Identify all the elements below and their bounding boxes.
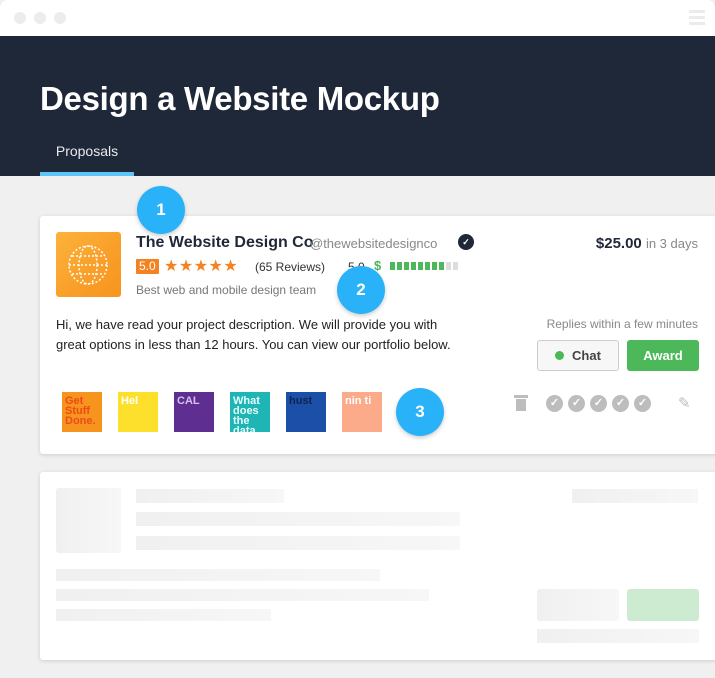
reviews-link[interactable]: (65 Reviews)	[255, 260, 325, 274]
check-icon[interactable]: ✓	[546, 394, 563, 412]
chat-button[interactable]: Chat	[537, 340, 619, 371]
skeleton-line	[136, 536, 460, 550]
check-icon[interactable]: ✓	[568, 394, 585, 412]
portfolio-thumbnail[interactable]: nin ti	[342, 392, 382, 432]
bid-price: $25.00 in 3 days	[596, 235, 698, 252]
project-header: Design a Website Mockup Proposals	[0, 36, 715, 176]
portfolio-thumbnail[interactable]: What does the data say	[230, 392, 270, 432]
portfolio-thumbnail[interactable]: Get Stuff Done.	[62, 392, 102, 432]
skeleton-button	[627, 589, 699, 621]
rating-badge: 5.0	[136, 259, 159, 274]
proposal-actions: ✓ ✓ ✓ ✓ ✓ ✎	[514, 393, 691, 413]
skeleton-avatar	[56, 488, 121, 553]
earnings-segment	[425, 262, 430, 270]
earnings-segment	[411, 262, 416, 270]
check-icon[interactable]: ✓	[612, 394, 629, 412]
freelancer-tagline: Best web and mobile design team	[136, 283, 317, 297]
earnings-segment	[446, 262, 451, 270]
freelancer-avatar[interactable]	[56, 232, 121, 297]
tab-active-indicator	[40, 172, 134, 176]
portfolio-thumbnail-text: Hel	[121, 395, 139, 407]
proposal-card-skeleton	[40, 472, 715, 660]
freelancer-handle: @thewebsitedesignco	[310, 236, 438, 251]
skeleton-line	[56, 609, 271, 621]
skeleton-line	[537, 629, 699, 643]
portfolio-thumbnail-text: nin ti	[345, 395, 372, 407]
check-icon[interactable]: ✓	[634, 394, 651, 412]
skeleton-line	[136, 489, 284, 503]
earnings-segment	[432, 262, 437, 270]
trash-icon[interactable]	[514, 395, 528, 411]
reply-time: Replies within a few minutes	[546, 317, 698, 331]
window-minimize-button[interactable]	[34, 12, 46, 24]
skeleton-line	[572, 489, 698, 503]
proposal-description: Hi, we have read your project descriptio…	[56, 317, 451, 352]
callout-marker-1: 1	[137, 186, 185, 234]
star-rating: ★★★★★	[164, 258, 239, 275]
portfolio-gallery: Get Stuff Done. Hel CAL What does the data …	[62, 392, 382, 432]
verified-badge-icon: ✓	[458, 234, 474, 250]
check-icon[interactable]: ✓	[590, 394, 607, 412]
callout-marker-2: 2	[337, 266, 385, 314]
proposal-card: The Website Design Co @thewebsitedesignc…	[40, 216, 715, 454]
portfolio-thumbnail[interactable]: hust	[286, 392, 326, 432]
pencil-icon[interactable]: ✎	[678, 394, 691, 412]
portfolio-thumbnail-text: hust	[289, 395, 313, 407]
bid-amount: $25.00	[595, 235, 642, 252]
portfolio-thumbnail-text: CAL	[177, 395, 200, 407]
portfolio-thumbnail[interactable]: CAL	[174, 392, 214, 432]
freelancer-name[interactable]: The Website Design Co	[136, 234, 314, 252]
hamburger-icon[interactable]	[689, 10, 705, 26]
skeleton-button	[537, 589, 619, 621]
award-button[interactable]: Award	[627, 340, 699, 371]
chat-label: Chat	[572, 348, 601, 363]
portfolio-thumbnail-text: What does the data say	[233, 395, 260, 433]
window-close-button[interactable]	[14, 12, 26, 24]
title-bar	[0, 0, 715, 36]
earnings-segment	[418, 262, 423, 270]
tab-proposals[interactable]: Proposals	[40, 142, 134, 176]
skeleton-line	[56, 569, 380, 581]
skeleton-line	[136, 512, 460, 526]
delivery-time: in 3 days	[645, 236, 698, 251]
earnings-segment	[439, 262, 444, 270]
portfolio-thumbnail[interactable]: Hel	[118, 392, 158, 432]
earnings-segment	[404, 262, 409, 270]
skeleton-line	[56, 589, 429, 601]
earnings-level-bar	[390, 262, 458, 270]
callout-marker-3: 3	[396, 388, 444, 436]
tab-label: Proposals	[55, 143, 119, 159]
earnings-segment	[397, 262, 402, 270]
award-label: Award	[643, 348, 683, 363]
portfolio-thumbnail-text: Get Stuff Done.	[65, 395, 96, 427]
earnings-segment	[390, 262, 395, 270]
page-title: Design a Website Mockup	[40, 80, 440, 117]
window-maximize-button[interactable]	[54, 12, 66, 24]
app-window: Design a Website Mockup Proposals The We…	[0, 0, 715, 678]
globe-icon	[68, 245, 108, 285]
earnings-segment	[453, 262, 458, 270]
online-status-icon	[555, 351, 565, 360]
